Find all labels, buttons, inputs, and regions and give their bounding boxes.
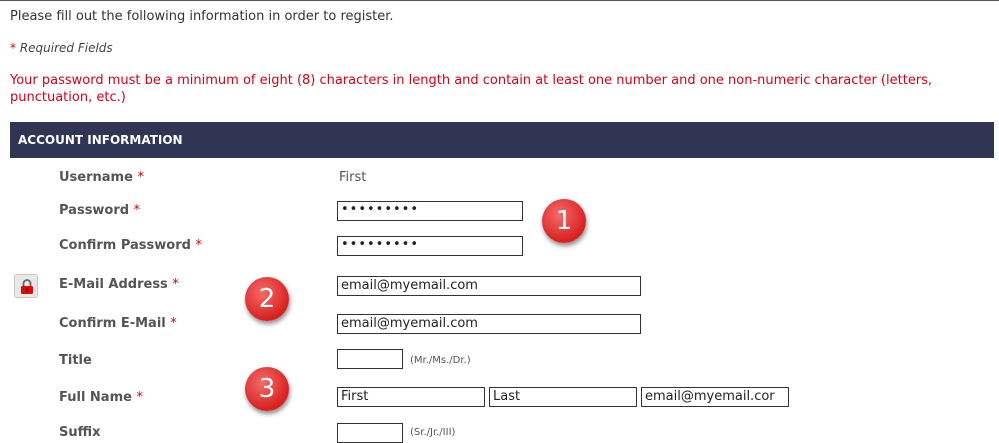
step-badge-1: 1 [542,199,586,243]
password-input[interactable]: ••••••••• [337,201,523,221]
email-input[interactable]: email@myemail.com [337,276,641,296]
required-star: * [170,316,177,331]
suffix-hint: (Sr./Jr./III) [410,427,456,438]
name-extra-input[interactable]: email@myemail.cor [641,387,789,407]
username-value: First [339,170,367,185]
title-label-text: Title [59,353,92,368]
last-name-input[interactable]: Last [489,387,637,407]
full-name-label-text: Full Name [59,390,132,405]
required-star: * [172,277,179,292]
username-label-text: Username [59,170,133,185]
password-label: Password * [59,203,140,218]
first-name-input[interactable]: First [337,387,485,407]
confirm-email-label-text: Confirm E-Mail [59,316,166,331]
section-header-account: ACCOUNT INFORMATION [10,122,994,158]
required-fields-text: Required Fields [19,41,113,55]
confirm-email-label: Confirm E-Mail * [59,316,177,331]
lock-button[interactable] [14,274,38,298]
password-requirements: Your password must be a minimum of eight… [10,73,933,105]
required-star: * [136,390,143,405]
required-star: * [195,238,202,253]
intro-text: Please fill out the following informatio… [10,9,394,24]
title-hint: (Mr./Ms./Dr.) [410,355,471,366]
password-label-text: Password [59,203,130,218]
email-label-text: E-Mail Address [59,277,168,292]
suffix-label-text: Suffix [59,425,101,440]
email-label: E-Mail Address * [59,277,179,292]
step-badge-3: 3 [245,367,289,411]
confirm-email-input[interactable]: email@myemail.com [337,314,641,334]
required-fields-note: * Required Fields [10,41,113,55]
full-name-label: Full Name * [59,390,143,405]
step-badge-2: 2 [245,277,289,321]
top-divider [0,0,999,1]
confirm-password-label: Confirm Password * [59,238,202,253]
padlock-icon [21,279,33,294]
title-label: Title [59,353,92,368]
suffix-input[interactable] [337,423,403,443]
required-star: * [10,41,16,55]
confirm-password-input[interactable]: ••••••••• [337,236,523,256]
username-label: Username * [59,170,144,185]
title-input[interactable] [337,349,403,369]
required-star: * [133,203,141,218]
suffix-label: Suffix [59,425,101,440]
required-star: * [137,170,144,185]
confirm-password-label-text: Confirm Password [59,238,191,253]
